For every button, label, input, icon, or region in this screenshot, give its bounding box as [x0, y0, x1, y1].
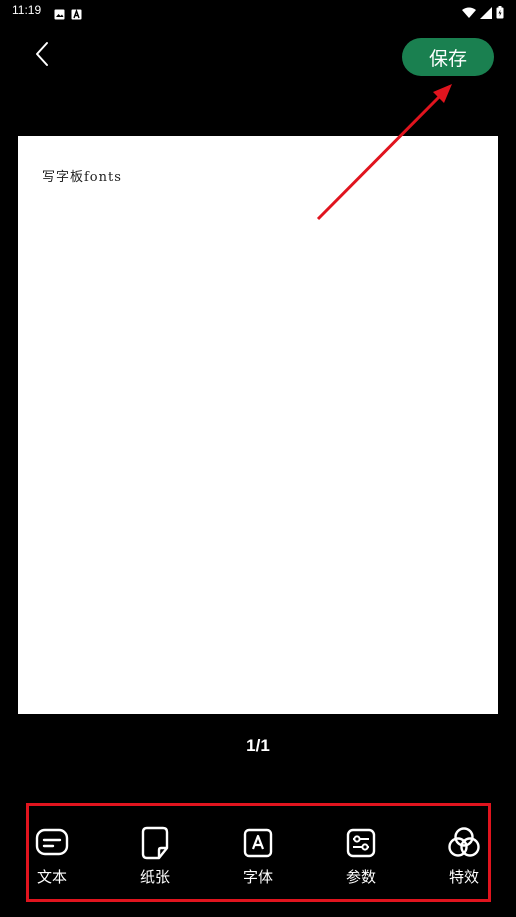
status-time: 11:19: [12, 3, 42, 17]
image-icon: [54, 5, 65, 24]
chevron-left-icon: [34, 41, 50, 71]
paper-text: 写字板fonts: [42, 170, 122, 185]
tool-params[interactable]: 参数: [331, 826, 391, 887]
back-button[interactable]: [26, 40, 58, 72]
status-bar: 11:19: [0, 0, 516, 22]
tool-paper-label: 纸张: [139, 868, 170, 886]
battery-icon: [496, 4, 504, 23]
signal-icon: [480, 4, 492, 23]
wifi-icon: [462, 4, 476, 23]
font-icon: [241, 826, 275, 860]
tool-font-label: 字体: [242, 868, 273, 886]
sliders-icon: [344, 826, 378, 860]
tool-params-label: 参数: [345, 868, 376, 886]
tool-effects[interactable]: 特效: [434, 826, 494, 887]
tool-effects-label: 特效: [448, 868, 479, 886]
bottom-toolbar: 文本 纸张 字体 参数 特效: [0, 826, 516, 896]
text-icon: [35, 826, 69, 860]
a-icon: [71, 5, 82, 24]
tool-text-label: 文本: [36, 868, 67, 886]
paper-canvas[interactable]: 写字板fonts: [18, 136, 498, 714]
status-right-icons: [462, 4, 504, 23]
page-indicator: 1/1: [246, 736, 270, 755]
status-left-icons: [54, 5, 82, 24]
tool-paper[interactable]: 纸张: [125, 826, 185, 887]
tool-text[interactable]: 文本: [22, 826, 82, 887]
paper-icon: [138, 826, 172, 860]
save-button[interactable]: 保存: [402, 38, 494, 76]
effects-icon: [447, 826, 481, 860]
tool-font[interactable]: 字体: [228, 826, 288, 887]
